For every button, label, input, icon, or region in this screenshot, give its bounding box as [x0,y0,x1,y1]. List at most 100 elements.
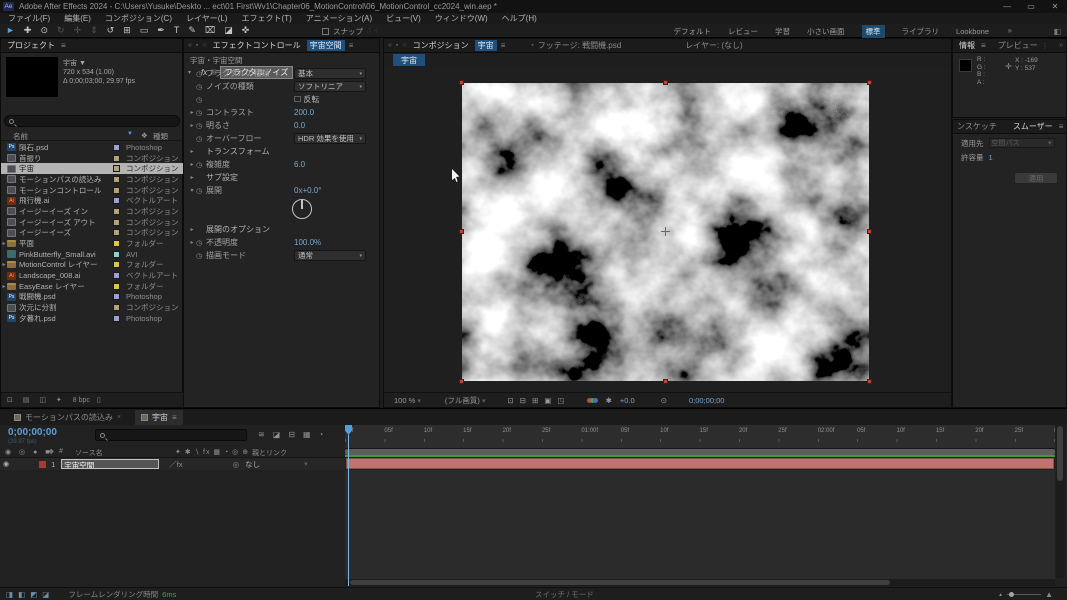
gear-icon[interactable]: ✱ [606,396,612,405]
toolbar-right-icon[interactable]: ◧ [1053,27,1061,36]
snap-mode-icons[interactable]: ∴ ⁘ [367,27,379,35]
selection-handle[interactable] [867,229,872,234]
viewer-comp-tab[interactable]: 宇宙 [393,54,425,66]
property-value[interactable]: 0.0 [294,121,305,130]
timeline-option-icon[interactable]: ≋ [258,430,265,439]
tab-project[interactable]: プロジェクト [5,39,57,53]
item-name[interactable]: モーションパスの読込み [19,174,113,185]
label-color-swatch[interactable] [113,315,120,322]
panel-lock-icon[interactable]: ○ [202,42,206,49]
stopwatch-icon[interactable]: ◷ [196,187,206,195]
tab-motion-sketch[interactable]: ンスケッチ [957,121,997,132]
effect-property-row[interactable]: ▾ ◷ 展開 0x+0.0° 0x+0.0°▾ [184,184,381,197]
label-color-swatch[interactable] [113,155,120,162]
fractal-noise-layer[interactable] [462,83,869,381]
project-item-row[interactable]: 次元に分割 コンポジション [1,302,184,313]
selection-handle[interactable] [663,379,668,384]
project-item-row[interactable]: Ps 隕石.psd Photoshop [1,142,184,153]
effect-property-row[interactable]: ▸ ◷ 明るさ 0.0 0.0▾ [184,119,381,132]
property-twirl-icon[interactable]: ▾ [188,187,196,194]
status-toggle-icons[interactable]: ◨◧◩◪ [6,590,54,599]
tolerance-value[interactable]: 1 [989,153,993,162]
item-name[interactable]: 首振り [19,153,113,164]
workspace-item[interactable]: 小さい画面 [807,26,845,37]
eye-icon[interactable]: ◉ [3,460,9,468]
tab-footage[interactable]: フッテージ: 戦闘機.psd [538,40,621,51]
label-color-swatch[interactable] [113,272,120,279]
property-twirl-icon[interactable]: ▸ [188,226,196,233]
timeline-option-icon[interactable]: ▦ [303,430,311,439]
stopwatch-icon[interactable]: ◷ [196,109,206,117]
tool-icon[interactable]: ◪ [224,24,233,37]
property-dropdown[interactable]: HDR 効果を使用▾ [294,133,366,144]
item-name[interactable]: モーションコントロール [19,185,113,196]
horizontal-scrollbar[interactable] [345,579,1055,586]
item-name[interactable]: Landscape_008.ai [19,271,113,280]
item-name[interactable]: イージーイーズ イン [19,206,113,217]
tool-icon[interactable]: ▭ [140,24,149,37]
item-name[interactable]: 隕石.psd [19,142,113,153]
property-twirl-icon[interactable]: ▸ [188,174,196,181]
effect-property-row[interactable]: ▸ ◷ 複雑度 6.0 6.0▾ [184,158,381,171]
project-item-row[interactable]: Ai Landscape_008.ai ベクトルアート [1,270,184,281]
viewer-option-icon[interactable]: ◳ [557,396,570,405]
tab-preview[interactable]: プレビュー [998,40,1038,51]
menu-item[interactable]: ウィンドウ(W) [435,13,488,24]
item-name[interactable]: EasyEase レイヤー [19,281,113,292]
project-item-row[interactable]: モーションコントロール コンポジション [1,185,184,196]
label-color-swatch[interactable] [113,293,120,300]
label-color-swatch[interactable] [113,261,120,268]
label-color-swatch[interactable] [113,176,120,183]
tab-timeline-uchuu[interactable]: 宇宙 ≡ [135,410,183,425]
label-color-swatch[interactable] [113,229,120,236]
property-twirl-icon[interactable]: ▸ [188,239,196,246]
label-color-swatch[interactable] [113,283,120,290]
workspace-item[interactable]: 学習 [775,26,790,37]
layer-name-input[interactable]: 宇宙空間 [61,459,159,469]
effect-property-row[interactable]: ◷ オーバーフロー HDR 効果を使用 HDR 効果を使用▾ [184,132,381,145]
tool-icon[interactable]: ✛ [74,24,82,37]
effect-property-row[interactable]: ▸ ◷ コントラスト 200.0 200.0▾ [184,106,381,119]
property-dropdown[interactable]: 通常▾ [294,250,366,261]
selection-handle[interactable] [459,80,464,85]
status-toggle-icon[interactable]: ◩ [30,590,42,599]
project-item-row[interactable]: ▸ 平面 フォルダー [1,238,184,249]
tool-icon[interactable]: ► [6,24,15,37]
kebab-icon[interactable]: ⋮ [1042,42,1049,50]
project-item-row[interactable]: 宇宙 コンポジション [1,163,184,174]
playhead[interactable] [345,425,355,586]
viewer-option-icon[interactable]: ⊡ [508,396,520,405]
column-name[interactable]: 名前 [13,131,28,142]
label-color-swatch[interactable] [113,144,120,151]
workspace-item[interactable]: Lookbone [956,27,989,36]
item-name[interactable]: 戦闘機.psd [19,291,113,302]
zoom-in-icon[interactable]: ▲ [1045,590,1053,599]
tab-effect-controls[interactable]: エフェクトコントロール [211,39,303,53]
item-name[interactable]: 宇宙 [19,163,113,174]
tool-icon[interactable]: ↺ [107,24,115,37]
item-name[interactable]: 次元に分割 [19,302,113,313]
selection-handle[interactable] [459,229,464,234]
project-item-row[interactable]: 首振り コンポジション [1,153,184,164]
project-item-row[interactable]: ▸ MotionControl レイヤー フォルダー [1,260,184,271]
menu-item[interactable]: ヘルプ(H) [502,13,537,24]
zoom-knob[interactable] [1009,592,1014,597]
menu-item[interactable]: エフェクト(T) [242,13,292,24]
label-color-swatch[interactable] [113,219,120,226]
stopwatch-icon[interactable]: ◷ [196,252,206,260]
vertical-scrollbar[interactable] [1056,424,1065,578]
close-icon[interactable]: × [117,414,121,421]
parent-pickwhip-icon[interactable]: ◎ [233,460,240,469]
effect-property-row[interactable]: ◷ フラクタルの種類 基本 基本▾ [184,67,381,80]
label-color-swatch[interactable] [113,304,120,311]
minimize-button[interactable]: — [995,2,1019,11]
parent-link-column[interactable]: 親とリンク [252,448,287,458]
menu-item[interactable]: 編集(E) [64,13,91,24]
footer-icons[interactable]: ⊡ ▤ ◫ ✦ [7,396,66,404]
project-item-row[interactable]: イージーイーズ イン コンポジション [1,206,184,217]
snap-checkbox-icon[interactable] [322,28,329,35]
tab-timeline-motionpath[interactable]: モーションパスの読込み × [8,410,127,425]
effect-property-row[interactable]: ◷ 描画モード 通常 通常▾ [184,249,381,262]
selection-handle[interactable] [663,80,668,85]
project-item-row[interactable]: Ai 飛行機.ai ベクトルアート [1,195,184,206]
